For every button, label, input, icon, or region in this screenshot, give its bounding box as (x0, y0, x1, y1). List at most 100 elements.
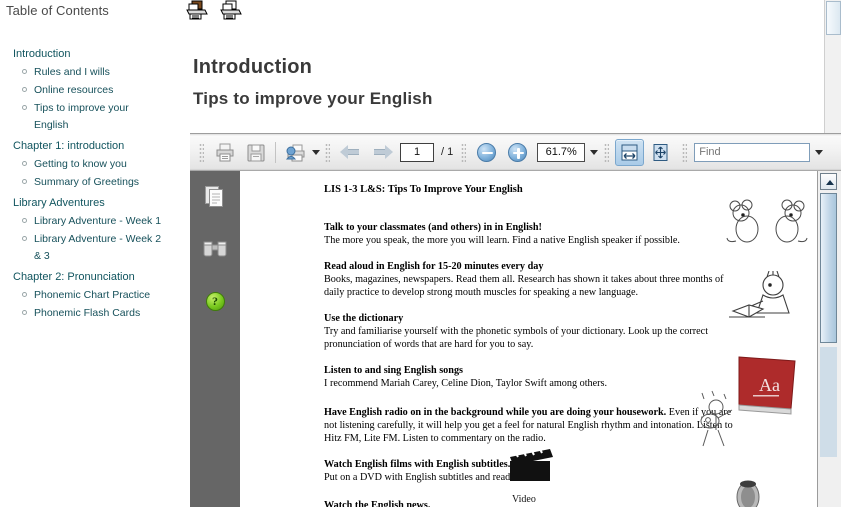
printer-icon-2[interactable] (220, 0, 242, 20)
pdf-scrollbar-thumb[interactable] (820, 193, 837, 343)
page-total-label: / 1 (441, 146, 454, 158)
zoom-out-icon (477, 142, 497, 162)
page-scrollbar-thumb[interactable] (826, 1, 841, 35)
bullet-icon (22, 310, 27, 315)
printer-icon-1[interactable] (186, 0, 208, 20)
toc-item-getting-to-know-you[interactable]: Getting to know you (0, 155, 186, 173)
clapperboard-icon (510, 444, 553, 481)
block-text: I recommend Mariah Carey, Celine Dion, T… (324, 378, 608, 389)
document-block: Listen to and sing English songs I recom… (324, 364, 742, 390)
toc-item-label: Summary of Greetings (34, 176, 140, 188)
person-reading-book-illustration (729, 271, 790, 318)
fit-width-button[interactable] (615, 138, 645, 166)
toc-chapter-chapter-1[interactable]: Chapter 1: introduction (0, 136, 186, 155)
scroll-up-button[interactable] (820, 173, 837, 190)
fit-width-icon (621, 144, 638, 160)
toc-chapter-library-adventures[interactable]: Library Adventures (0, 193, 186, 212)
print-setup-button[interactable] (281, 139, 310, 166)
zoom-out-button[interactable] (472, 139, 501, 166)
block-heading: Talk to your classmates (and others) in … (324, 222, 542, 233)
toc-item-label: Getting to know you (34, 158, 127, 170)
document-block: Use the dictionary Try and familiarise y… (324, 312, 742, 351)
toc-item-rules-and-i-wills[interactable]: Rules and I wills (0, 63, 186, 81)
toc-item-tips-to-improve-your-english[interactable]: Tips to improve your (0, 99, 186, 117)
toc-chapter-chapter-2[interactable]: Chapter 2: Pronunciation (0, 267, 186, 286)
microphone-image (736, 480, 760, 507)
bullet-icon (22, 87, 27, 92)
toc-group: Introduction Rules and I wills Online re… (0, 44, 186, 134)
find-dropdown-arrow[interactable] (815, 149, 824, 155)
toc-item-phonemic-flash-cards[interactable]: Phonemic Flash Cards (0, 304, 186, 322)
bullet-icon (22, 236, 27, 241)
bullet-icon (22, 179, 27, 184)
document-block: Talk to your classmates (and others) in … (324, 221, 742, 247)
guitar-player-stick-figure-illustration (700, 390, 733, 447)
help-icon: ? (205, 291, 225, 311)
table-of-contents: Introduction Rules and I wills Online re… (0, 44, 186, 507)
toc-item-label: Phonemic Flash Cards (34, 307, 141, 319)
bullet-icon (22, 218, 27, 223)
find-input[interactable] (694, 142, 811, 162)
toc-item-label: Online resources (34, 84, 114, 96)
toolbar-grip[interactable] (325, 142, 330, 162)
search-panel-button[interactable] (190, 223, 240, 275)
toc-group: Library Adventures Library Adventure - W… (0, 193, 186, 265)
page-title: Table of Contents (6, 3, 109, 18)
toc-item-label: Tips to improve your (34, 102, 129, 114)
block-heading: Have English radio on in the background … (324, 407, 667, 418)
print-icon-group (186, 0, 242, 20)
clapperboard-caption: Video (512, 494, 536, 505)
zoom-level-input[interactable]: 61.7% (537, 142, 586, 162)
toc-item-label: Rules and I wills (34, 66, 110, 78)
save-button[interactable] (241, 139, 270, 166)
bullet-icon (22, 292, 27, 297)
binoculars-icon (203, 241, 227, 257)
fit-page-button[interactable] (646, 139, 675, 166)
page-scrollbar[interactable] (824, 0, 841, 133)
zoom-in-button[interactable] (503, 139, 532, 166)
help-panel-button[interactable]: ? (190, 275, 240, 327)
pdf-toolbar: 1 / 1 61.7% (190, 134, 841, 171)
toc-item-summary-of-greetings[interactable]: Summary of Greetings (0, 173, 186, 191)
toc-group: Chapter 1: introduction Getting to know … (0, 136, 186, 191)
previous-page-button[interactable] (336, 139, 365, 166)
print-setup-icon (285, 144, 304, 161)
pdf-vertical-scrollbar[interactable] (817, 171, 841, 507)
toolbar-grip[interactable] (682, 142, 688, 162)
bullet-icon (22, 69, 27, 74)
document-block: Read aloud in English for 15-20 minutes … (324, 260, 742, 299)
toolbar-grip[interactable] (604, 142, 610, 162)
print-icon (216, 143, 233, 161)
content-heading: Introduction (193, 56, 313, 78)
pdf-page-area[interactable]: LIS 1-3 L&S: Tips To Improve Your Englis… (240, 171, 817, 507)
print-setup-dropdown-arrow[interactable] (312, 149, 320, 155)
pdf-viewer-body: ? LIS 1-3 L&S: Tips To Improve Your Engl… (190, 171, 841, 507)
toc-item-label-continued[interactable]: & 3 (0, 248, 186, 265)
pages-icon (205, 186, 223, 207)
toc-item-label-continued[interactable]: English (0, 117, 186, 134)
page-number-input[interactable]: 1 (400, 142, 434, 162)
pages-panel-button[interactable] (190, 171, 240, 223)
print-button[interactable] (210, 139, 239, 166)
toc-item-library-adventure-week-2[interactable]: Library Adventure - Week 2 (0, 230, 186, 248)
pdf-scrollbar-track[interactable] (820, 347, 837, 457)
toc-chapter-introduction[interactable]: Introduction (0, 44, 186, 63)
zoom-dropdown-arrow[interactable] (590, 149, 599, 155)
document-block: Have English radio on in the background … (324, 406, 742, 445)
toc-group: Chapter 2: Pronunciation Phonemic Chart … (0, 267, 186, 322)
toc-item-online-resources[interactable]: Online resources (0, 81, 186, 99)
toolbar-grip[interactable] (461, 142, 467, 162)
toc-item-library-adventure-week-1[interactable]: Library Adventure - Week 1 (0, 212, 186, 230)
toc-item-phonemic-chart-practice[interactable]: Phonemic Chart Practice (0, 286, 186, 304)
block-text: The more you speak, the more you will le… (324, 235, 680, 246)
svg-text:Aa: Aa (759, 375, 780, 395)
next-page-arrow (371, 144, 393, 160)
next-page-button[interactable] (367, 139, 396, 166)
block-heading: Listen to and sing English songs (324, 365, 463, 376)
toolbar-divider (275, 141, 276, 163)
content-subheading: Tips to improve your English (193, 89, 433, 108)
block-text: Books, magazines, newspapers. Read them … (324, 274, 724, 298)
toc-item-label: Library Adventure - Week 2 (34, 233, 162, 245)
toolbar-grip[interactable] (199, 142, 204, 162)
pdf-page-sheet: LIS 1-3 L&S: Tips To Improve Your Englis… (240, 171, 817, 507)
